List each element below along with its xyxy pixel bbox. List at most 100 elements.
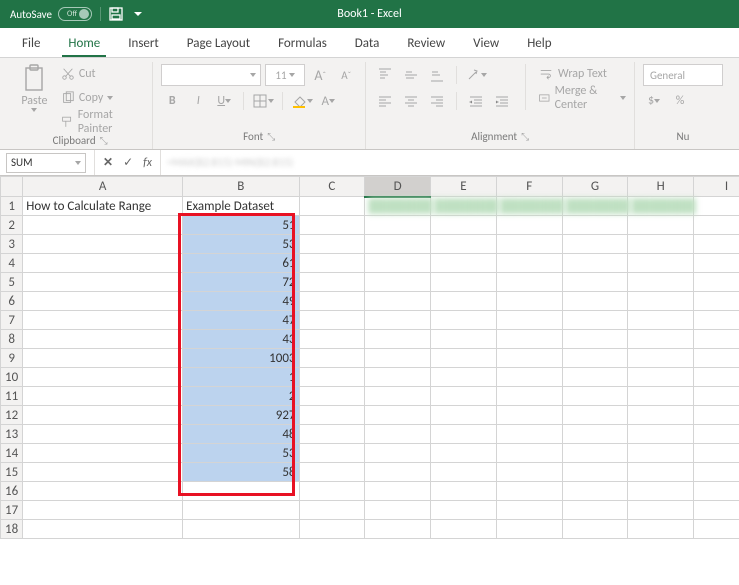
row-header-13[interactable]: 13 (1, 425, 23, 444)
cell-G7[interactable] (562, 311, 628, 330)
cell-C3[interactable] (299, 235, 365, 254)
cell-I6[interactable] (694, 292, 739, 311)
row-header-17[interactable]: 17 (1, 501, 23, 520)
row-header-8[interactable]: 8 (1, 330, 23, 349)
cell-C5[interactable] (299, 273, 365, 292)
cell-G11[interactable] (562, 387, 628, 406)
cell-E1[interactable]: ███████ (431, 197, 497, 216)
cell-F7[interactable] (496, 311, 562, 330)
cell-A17[interactable] (23, 501, 183, 520)
cell-I3[interactable] (694, 235, 739, 254)
dialog-launcher-icon[interactable]: ⤡ (517, 130, 529, 143)
align-right-button[interactable] (426, 90, 448, 112)
cell-E5[interactable] (431, 273, 497, 292)
cell-F16[interactable] (496, 482, 562, 501)
merge-center-button[interactable]: Merge & Center (538, 88, 626, 108)
cell-A9[interactable] (23, 349, 183, 368)
dialog-launcher-icon[interactable]: ⤡ (263, 130, 275, 143)
cell-E16[interactable] (431, 482, 497, 501)
align-center-button[interactable] (400, 90, 422, 112)
cell-F17[interactable] (496, 501, 562, 520)
underline-button[interactable]: U (213, 90, 235, 112)
cell-G14[interactable] (562, 444, 628, 463)
spreadsheet-grid[interactable]: ABCDEFGHI 1How to Calculate RangeExample… (0, 176, 739, 585)
cell-C10[interactable] (299, 368, 365, 387)
qat-dropdown-icon[interactable] (127, 3, 149, 25)
cell-I9[interactable] (694, 349, 739, 368)
cell-A6[interactable] (23, 292, 183, 311)
cell-A1[interactable]: How to Calculate Range (23, 197, 183, 216)
font-color-button[interactable]: A (317, 90, 339, 112)
cell-A3[interactable] (23, 235, 183, 254)
row-header-15[interactable]: 15 (1, 463, 23, 482)
cell-B12[interactable]: 927 (183, 406, 299, 425)
cell-E10[interactable] (431, 368, 497, 387)
cell-G4[interactable] (562, 254, 628, 273)
cell-H12[interactable] (628, 406, 694, 425)
tab-view[interactable]: View (459, 30, 513, 57)
wrap-text-button[interactable]: Wrap Text (538, 64, 626, 84)
cell-H8[interactable] (628, 330, 694, 349)
cell-A8[interactable] (23, 330, 183, 349)
cell-A5[interactable] (23, 273, 183, 292)
cell-E11[interactable] (431, 387, 497, 406)
borders-button[interactable] (252, 90, 274, 112)
cell-D11[interactable] (365, 387, 431, 406)
row-header-18[interactable]: 18 (1, 520, 23, 539)
autosave-toggle[interactable]: Off (58, 7, 92, 21)
formula-input[interactable]: =MAX(B2:B15)-MIN(B2:B15) (161, 150, 739, 175)
cell-G3[interactable] (562, 235, 628, 254)
cell-C14[interactable] (299, 444, 365, 463)
currency-button[interactable]: $ (643, 90, 665, 112)
cell-G18[interactable] (562, 520, 628, 539)
align-left-button[interactable] (374, 90, 396, 112)
cell-E13[interactable] (431, 425, 497, 444)
cell-I13[interactable] (694, 425, 739, 444)
cell-D12[interactable] (365, 406, 431, 425)
cell-E17[interactable] (431, 501, 497, 520)
cell-A18[interactable] (23, 520, 183, 539)
cell-F4[interactable] (496, 254, 562, 273)
cell-D7[interactable] (365, 311, 431, 330)
row-header-4[interactable]: 4 (1, 254, 23, 273)
column-header-B[interactable]: B (183, 177, 299, 197)
cell-G9[interactable] (562, 349, 628, 368)
cell-H4[interactable] (628, 254, 694, 273)
cell-E8[interactable] (431, 330, 497, 349)
cell-B14[interactable]: 53 (183, 444, 299, 463)
cell-H13[interactable] (628, 425, 694, 444)
cell-H9[interactable] (628, 349, 694, 368)
cell-G16[interactable] (562, 482, 628, 501)
cell-D1[interactable]: ███████ (365, 197, 431, 216)
cell-C8[interactable] (299, 330, 365, 349)
cell-A2[interactable] (23, 216, 183, 235)
cell-F14[interactable] (496, 444, 562, 463)
font-size-select[interactable]: 11 (265, 64, 305, 86)
cell-H18[interactable] (628, 520, 694, 539)
cell-B4[interactable]: 61 (183, 254, 299, 273)
cell-G1[interactable]: ███████ (562, 197, 628, 216)
cell-G8[interactable] (562, 330, 628, 349)
cell-D3[interactable] (365, 235, 431, 254)
tab-home[interactable]: Home (54, 30, 114, 57)
cell-G12[interactable] (562, 406, 628, 425)
enter-formula-button[interactable]: ✓ (123, 155, 133, 170)
cell-B8[interactable]: 43 (183, 330, 299, 349)
cell-D17[interactable] (365, 501, 431, 520)
cell-I4[interactable] (694, 254, 739, 273)
cell-G13[interactable] (562, 425, 628, 444)
cell-G17[interactable] (562, 501, 628, 520)
row-header-9[interactable]: 9 (1, 349, 23, 368)
cell-C6[interactable] (299, 292, 365, 311)
cell-I8[interactable] (694, 330, 739, 349)
save-icon[interactable] (105, 3, 127, 25)
fill-color-button[interactable] (291, 90, 313, 112)
cell-B1[interactable]: Example Dataset (183, 197, 299, 216)
cell-I7[interactable] (694, 311, 739, 330)
cell-B9[interactable]: 1003 (183, 349, 299, 368)
cell-A11[interactable] (23, 387, 183, 406)
cell-D16[interactable] (365, 482, 431, 501)
cell-D2[interactable] (365, 216, 431, 235)
row-header-3[interactable]: 3 (1, 235, 23, 254)
tab-review[interactable]: Review (393, 30, 459, 57)
